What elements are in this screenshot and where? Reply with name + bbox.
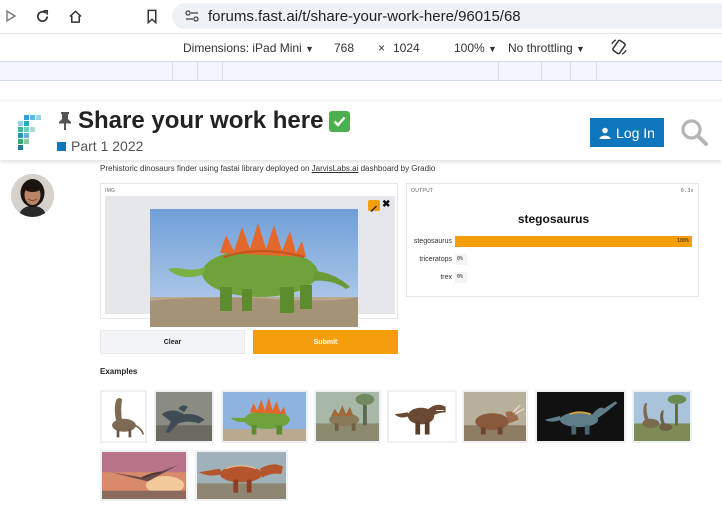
example-carnotaurus[interactable] — [195, 450, 288, 501]
confidence-label: stegosaurus — [413, 238, 452, 245]
caption-text-end: dashboard by Gradio — [358, 164, 436, 173]
confidence-value: 0% — [457, 256, 464, 262]
times-sign: × — [378, 41, 386, 55]
edit-image-button[interactable] — [368, 200, 380, 212]
throttling-select[interactable]: No throttling ▼ — [508, 41, 585, 55]
home-icon[interactable] — [64, 5, 86, 27]
example-sauropod-herd[interactable] — [632, 390, 692, 443]
example-dinosaur-fog[interactable] — [154, 390, 214, 443]
rotate-icon[interactable] — [610, 38, 628, 59]
example-triceratops[interactable] — [462, 390, 528, 443]
login-label: Log In — [616, 124, 655, 141]
address-bar[interactable]: forums.fast.ai/t/share-your-work-here/96… — [172, 3, 722, 29]
confidence-row: triceratops 0% — [407, 254, 467, 265]
example-brachiosaurus[interactable] — [100, 390, 147, 443]
confidence-bar: 100% — [455, 236, 692, 247]
clear-button[interactable]: Clear — [100, 330, 245, 354]
avatar[interactable] — [11, 174, 54, 217]
device-toolbar: Dimensions: iPad Mini ▼ 768 × 1024 100% … — [0, 33, 722, 61]
confidence-label: trex — [440, 274, 452, 281]
width-field[interactable]: 768 — [334, 41, 354, 55]
device-select-label: Dimensions: iPad Mini — [183, 41, 302, 55]
jarvislabs-link[interactable]: JarvisLabs.ai — [312, 164, 359, 173]
predicted-label: stegosaurus — [517, 212, 590, 226]
viewport-top-gap — [0, 81, 722, 101]
media-query-ruler — [0, 61, 722, 81]
browser-toolbar: forums.fast.ai/t/share-your-work-here/96… — [0, 0, 722, 33]
image-input-panel: IMG — [100, 183, 398, 327]
confidence-row: stegosaurus 100% — [407, 236, 692, 247]
label-output-panel: OUTPUT 0.3s stegosaurus stegosaurus 100% t… — [406, 183, 699, 297]
url-text: forums.fast.ai/t/share-your-work-here/96… — [208, 7, 521, 25]
example-stegosaurus-forest[interactable] — [314, 390, 381, 443]
post-caption: Prehistoric dinosaurs finder using fasta… — [100, 164, 435, 173]
submit-label: Submit — [313, 338, 338, 346]
category-label: Part 1 2022 — [71, 138, 144, 154]
throttling-label: No throttling — [508, 41, 573, 55]
example-stegosaurus[interactable] — [221, 390, 308, 443]
pencil-icon — [370, 205, 377, 212]
forward-icon[interactable] — [0, 5, 22, 27]
pin-icon — [59, 112, 71, 130]
uploaded-stegosaurus-image — [150, 209, 358, 327]
fastai-logo[interactable] — [14, 113, 44, 151]
input-label: IMG — [105, 188, 116, 194]
example-pteranodon[interactable] — [100, 450, 188, 501]
login-button[interactable]: Log In — [590, 118, 664, 147]
output-label: OUTPUT — [411, 188, 434, 194]
check-mark-icon — [329, 110, 351, 132]
examples-heading: Examples — [100, 367, 138, 376]
site-header: Share your work here Part 1 2022 Log In — [0, 100, 722, 160]
search-icon[interactable] — [680, 118, 708, 146]
caption-text: Prehistoric dinosaurs finder using fasta… — [100, 164, 312, 173]
elapsed-time: 0.3s — [680, 188, 694, 194]
device-select[interactable]: Dimensions: iPad Mini ▼ — [183, 41, 314, 55]
site-info-icon[interactable] — [184, 9, 200, 28]
caret-down-icon: ▼ — [305, 44, 314, 54]
height-field[interactable]: 1024 — [393, 41, 420, 55]
confidence-row: trex 0% — [407, 272, 467, 283]
zoom-label: 100% — [454, 41, 485, 55]
clear-label: Clear — [163, 338, 182, 346]
category-color-swatch — [57, 141, 66, 151]
example-trex[interactable] — [387, 390, 457, 443]
confidence-bar-fill — [455, 236, 692, 247]
image-dropzone[interactable] — [105, 196, 395, 327]
zoom-select[interactable]: 100% ▼ — [454, 41, 497, 55]
confidence-label: triceratops — [419, 256, 452, 263]
category-badge[interactable]: Part 1 2022 — [57, 138, 143, 154]
topic-title-text: Share your work here — [78, 107, 324, 134]
user-icon — [599, 127, 611, 139]
confidence-value: 0% — [457, 274, 464, 280]
example-parasaurolophus[interactable] — [535, 390, 626, 443]
close-icon: ✖ — [382, 199, 391, 210]
caret-down-icon: ▼ — [576, 44, 585, 54]
clear-image-button[interactable]: ✖ — [382, 199, 390, 210]
topic-title[interactable]: Share your work here — [78, 107, 351, 135]
caret-down-icon: ▼ — [488, 44, 497, 54]
confidence-bar: 0% — [455, 272, 467, 283]
submit-button[interactable]: Submit — [253, 330, 398, 354]
confidence-value: 100% — [676, 238, 689, 244]
bookmark-icon[interactable] — [141, 5, 163, 27]
confidence-bar: 0% — [455, 254, 467, 265]
reload-icon[interactable] — [31, 5, 53, 27]
